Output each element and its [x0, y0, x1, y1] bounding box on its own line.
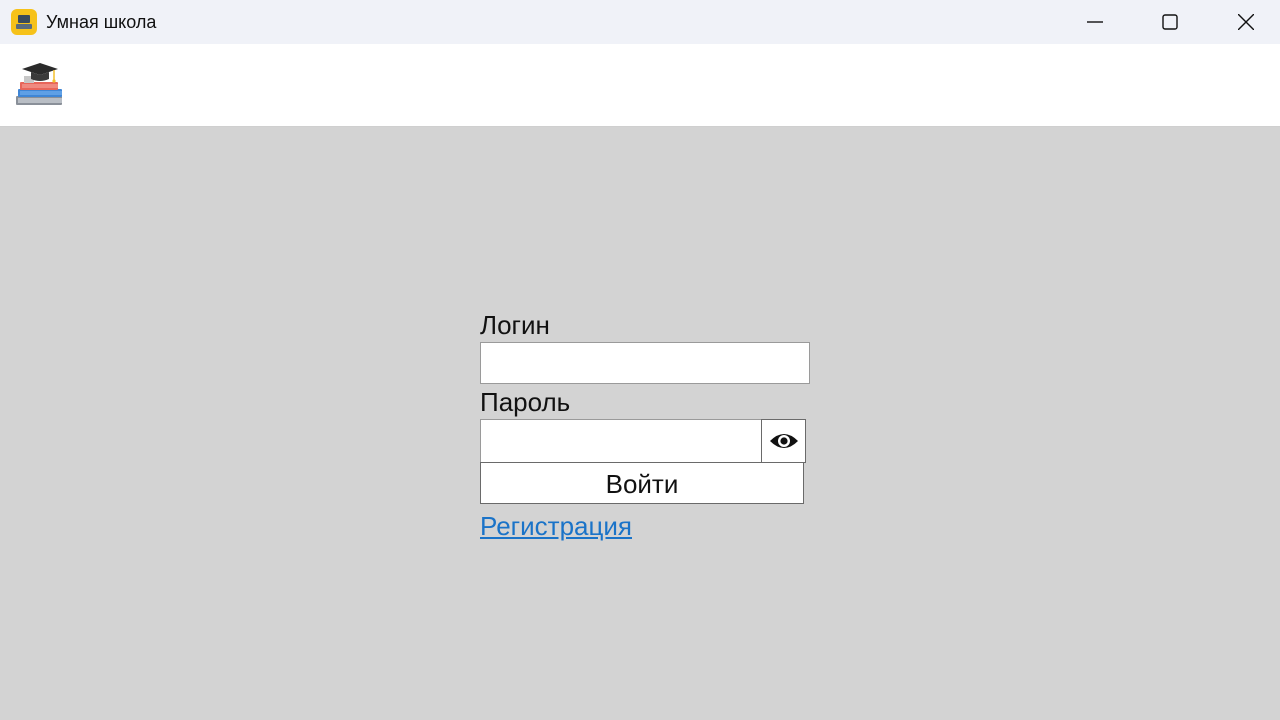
close-button[interactable]	[1217, 0, 1275, 44]
minimize-button[interactable]	[1066, 0, 1124, 44]
minimize-icon	[1087, 21, 1103, 23]
show-password-button[interactable]	[761, 419, 806, 463]
title-bar: Умная школа	[0, 0, 1280, 44]
password-input[interactable]	[480, 419, 765, 465]
app-window: Умная школа Логин Пароль Войти Регистрац…	[0, 0, 1280, 720]
header-toolbar	[0, 44, 1280, 127]
maximize-icon	[1162, 14, 1178, 30]
register-link[interactable]: Регистрация	[480, 511, 632, 541]
eye-icon	[770, 434, 798, 448]
login-button[interactable]: Войти	[480, 462, 804, 504]
graduation-books-icon	[16, 63, 62, 105]
password-label: Пароль	[480, 387, 571, 417]
close-icon	[1238, 14, 1254, 30]
maximize-button[interactable]	[1141, 0, 1199, 44]
window-title: Умная школа	[46, 12, 157, 32]
login-input[interactable]	[480, 342, 810, 384]
login-label: Логин	[480, 310, 550, 340]
app-icon	[11, 9, 37, 35]
